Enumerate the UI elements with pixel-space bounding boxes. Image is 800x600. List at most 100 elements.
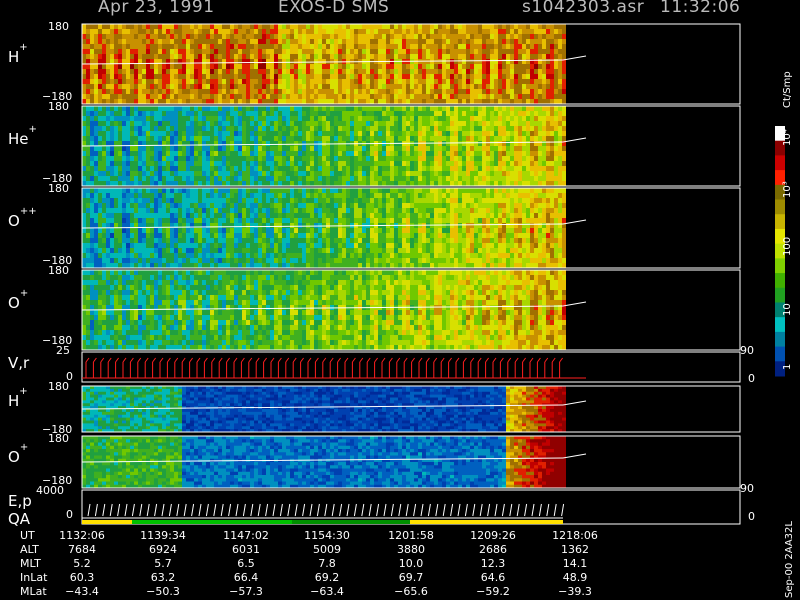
panel-he-plus — [82, 106, 566, 187]
footer-cell: 69.2 — [314, 571, 340, 584]
ep-trace — [228, 503, 232, 517]
ytick-label: 180 — [48, 182, 69, 195]
footer-cell: −43.4 — [65, 585, 99, 598]
panel-label-vr: V,r — [8, 354, 30, 372]
colorbar-segment — [775, 331, 785, 348]
vr-trace — [248, 357, 253, 363]
footer-cell: 2686 — [479, 543, 507, 556]
ep-trace — [368, 503, 372, 517]
vr-trace — [277, 357, 282, 363]
ep-trace — [250, 503, 254, 517]
vr-trace — [85, 357, 90, 363]
ep-trace — [353, 503, 357, 517]
ep-trace — [405, 503, 409, 517]
ep-trace — [198, 503, 202, 517]
vr-trace — [351, 357, 356, 363]
ep-trace — [324, 503, 328, 517]
footer-cell: −63.4 — [310, 585, 344, 598]
panel-h-plus — [82, 24, 566, 105]
vr-trace — [507, 357, 512, 363]
ep-trace — [131, 503, 135, 517]
vr-trace — [559, 357, 563, 363]
colorbar-segment — [775, 287, 785, 303]
ep-trace — [561, 503, 565, 517]
panel-label-o-plus-plus: O++ — [8, 206, 37, 230]
vr-trace — [396, 357, 401, 363]
ep-trace — [161, 503, 165, 517]
vr-trace — [174, 357, 179, 363]
panel-label-he-plus: He+ — [8, 124, 37, 148]
vr-trace — [492, 357, 497, 363]
vr-trace — [115, 357, 119, 363]
colorbar-segment — [775, 317, 785, 333]
ep-trace — [472, 503, 476, 517]
ep-trace — [413, 503, 417, 517]
panel-label-h-plus-lower: H+ — [8, 386, 28, 410]
ep-trace — [457, 503, 461, 517]
ep-trace — [546, 503, 550, 517]
vr-trace — [263, 357, 268, 363]
ep-trace — [376, 503, 380, 517]
footer-cell: 69.7 — [398, 571, 424, 584]
vr-trace — [359, 357, 364, 363]
ep-trace — [501, 503, 505, 517]
vr-trace — [203, 357, 208, 363]
ep-trace — [287, 503, 291, 517]
ytick-right-label: 0 — [748, 372, 755, 385]
ep-trace — [361, 503, 365, 517]
reference-line — [562, 453, 587, 459]
ep-trace — [294, 503, 298, 517]
panel-o-plus-plus — [82, 188, 566, 269]
vr-trace — [307, 357, 312, 363]
ep-trace — [168, 503, 172, 517]
ep-trace — [383, 503, 387, 517]
footer-cell: 10.0 — [398, 557, 424, 570]
ep-trace — [331, 503, 335, 517]
colorbar-tick-label: 10 — [782, 303, 793, 316]
vr-trace — [233, 357, 238, 363]
vr-trace — [544, 357, 549, 363]
footer-cell: 7684 — [68, 543, 96, 556]
ytick-label: 180 — [48, 100, 69, 113]
footer-cell: 6031 — [232, 543, 260, 556]
ep-trace — [479, 503, 483, 517]
reference-line — [562, 55, 587, 61]
ep-trace — [154, 503, 158, 517]
vr-trace — [240, 357, 245, 363]
ep-trace — [220, 503, 224, 517]
vr-trace — [418, 357, 423, 363]
footer-cell: −50.3 — [146, 585, 180, 598]
ep-trace — [531, 503, 535, 517]
ep-trace — [102, 503, 106, 517]
ep-trace — [279, 503, 283, 517]
footer-cell: 60.3 — [69, 571, 95, 584]
ep-trace — [339, 503, 343, 517]
colorbar-tick-label: 10³ — [782, 181, 793, 198]
colorbar-segment — [775, 346, 785, 362]
vr-trace — [374, 357, 379, 363]
ep-trace — [435, 503, 439, 517]
colorbar-segment — [775, 258, 785, 274]
footer-cell: −39.3 — [558, 585, 592, 598]
panel-o-plus — [82, 270, 566, 351]
footer-cell: 66.4 — [233, 571, 259, 584]
ep-trace — [235, 503, 239, 517]
vr-trace — [285, 357, 290, 363]
vr-trace — [381, 357, 386, 363]
vr-trace — [152, 357, 157, 363]
qa-bar — [132, 520, 292, 524]
footer-cell: 1201:58 — [388, 529, 434, 542]
footer-cell: 48.9 — [562, 571, 588, 584]
vr-trace — [166, 357, 171, 363]
vr-trace — [211, 357, 216, 363]
vr-trace — [477, 357, 482, 363]
qa-bar — [292, 520, 410, 524]
colorbar-segment — [775, 273, 785, 289]
ep-trace — [109, 503, 113, 517]
ytick-label: 180 — [48, 264, 69, 277]
vr-trace — [189, 357, 194, 363]
vr-trace — [537, 357, 541, 363]
ep-trace — [183, 503, 187, 517]
colorbar-tick-label: 100 — [782, 236, 793, 256]
footer-cell: −59.2 — [476, 585, 510, 598]
